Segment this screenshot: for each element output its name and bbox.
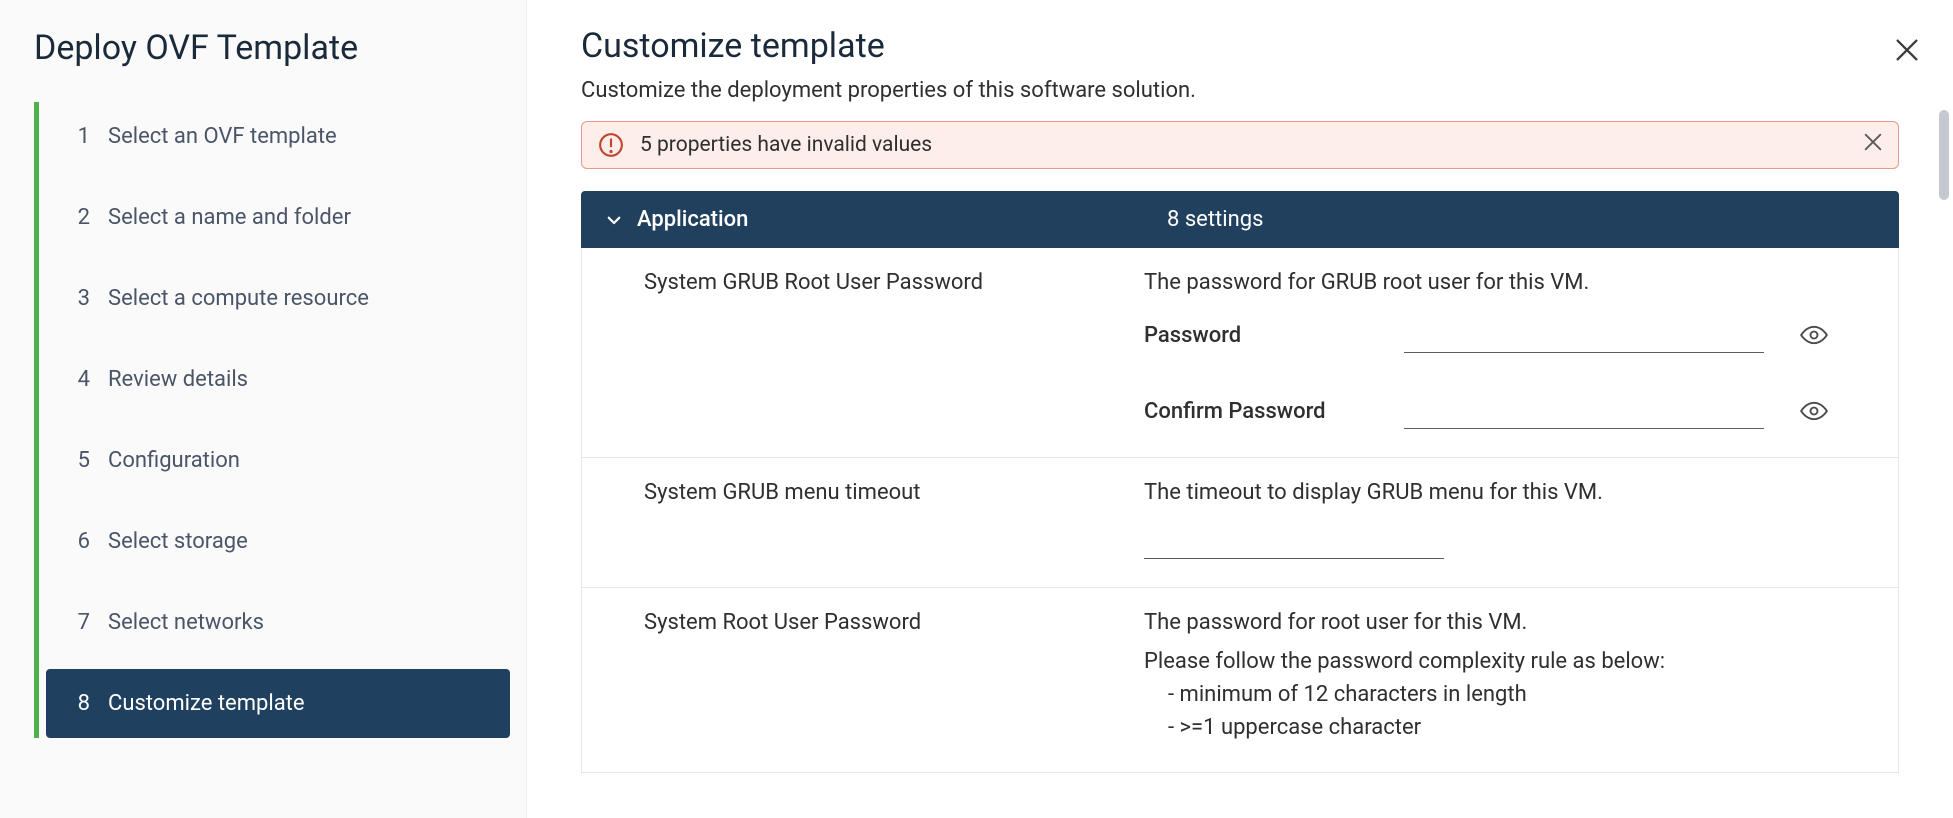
wizard-step-select-ovf[interactable]: 1 Select an OVF template	[46, 102, 510, 171]
section-summary: 8 settings	[1167, 207, 1263, 232]
validation-alert: 5 properties have invalid values	[581, 121, 1899, 169]
wizard-step-compute-resource[interactable]: 3 Select a compute resource	[46, 264, 510, 333]
wizard-step-select-networks[interactable]: 7 Select networks	[46, 588, 510, 657]
step-number: 8	[64, 691, 90, 716]
eye-icon[interactable]	[1800, 321, 1828, 349]
wizard-step-select-storage[interactable]: 6 Select storage	[46, 507, 510, 576]
section-header-application[interactable]: Application 8 settings	[581, 191, 1899, 248]
step-label: Review details	[108, 367, 248, 392]
step-number: 2	[64, 205, 90, 230]
setting-grub-root-password: System GRUB Root User Password The passw…	[582, 248, 1898, 458]
confirm-password-label: Confirm Password	[1144, 399, 1374, 424]
alert-close-icon[interactable]	[1862, 131, 1884, 159]
grub-timeout-input[interactable]	[1144, 523, 1444, 559]
wizard-sidebar: Deploy OVF Template 1 Select an OVF temp…	[0, 0, 527, 818]
setting-description: The password for root user for this VM.	[1144, 610, 1898, 635]
step-label: Configuration	[108, 448, 240, 473]
panel-title: Customize template	[581, 26, 1899, 66]
step-label: Select a compute resource	[108, 286, 369, 311]
setting-label: System GRUB menu timeout	[644, 480, 1144, 559]
step-number: 7	[64, 610, 90, 635]
wizard-title: Deploy OVF Template	[0, 28, 526, 102]
close-icon[interactable]	[1893, 36, 1921, 68]
wizard-step-review-details[interactable]: 4 Review details	[46, 345, 510, 414]
rule-intro: Please follow the password complexity ru…	[1144, 645, 1898, 678]
rule-item: - minimum of 12 characters in length	[1144, 678, 1898, 711]
password-rules: Please follow the password complexity ru…	[1144, 645, 1898, 744]
section-name: Application	[637, 207, 1167, 232]
wizard-steps: 1 Select an OVF template 2 Select a name…	[0, 102, 526, 738]
alert-error-icon	[598, 132, 624, 158]
wizard-step-name-folder[interactable]: 2 Select a name and folder	[46, 183, 510, 252]
setting-description: The timeout to display GRUB menu for thi…	[1144, 480, 1898, 505]
wizard-step-customize-template[interactable]: 8 Customize template	[46, 669, 510, 738]
eye-icon[interactable]	[1800, 397, 1828, 425]
setting-label: System GRUB Root User Password	[644, 270, 1144, 429]
step-label: Select a name and folder	[108, 205, 351, 230]
step-label: Select storage	[108, 529, 248, 554]
customize-panel: Customize template Customize the deploym…	[527, 0, 1953, 818]
setting-label: System Root User Password	[644, 610, 1144, 744]
step-number: 4	[64, 367, 90, 392]
rule-item: - >=1 uppercase character	[1144, 711, 1898, 744]
step-number: 6	[64, 529, 90, 554]
settings-body: System GRUB Root User Password The passw…	[581, 248, 1899, 773]
panel-description: Customize the deployment properties of t…	[581, 78, 1899, 103]
step-number: 3	[64, 286, 90, 311]
setting-root-password: System Root User Password The password f…	[582, 588, 1898, 772]
password-label: Password	[1144, 323, 1374, 348]
step-label: Customize template	[108, 691, 305, 716]
setting-description: The password for GRUB root user for this…	[1144, 270, 1898, 295]
setting-grub-timeout: System GRUB menu timeout The timeout to …	[582, 458, 1898, 588]
grub-confirm-password-input[interactable]	[1404, 393, 1764, 429]
alert-text: 5 properties have invalid values	[640, 133, 932, 157]
deploy-ovf-modal: Deploy OVF Template 1 Select an OVF temp…	[0, 0, 1953, 818]
step-label: Select networks	[108, 610, 264, 635]
scrollbar-thumb[interactable]	[1939, 110, 1949, 200]
step-label: Select an OVF template	[108, 124, 337, 149]
step-number: 1	[64, 124, 90, 149]
wizard-step-configuration[interactable]: 5 Configuration	[46, 426, 510, 495]
grub-password-input[interactable]	[1404, 317, 1764, 353]
chevron-down-icon	[605, 211, 623, 229]
step-number: 5	[64, 448, 90, 473]
